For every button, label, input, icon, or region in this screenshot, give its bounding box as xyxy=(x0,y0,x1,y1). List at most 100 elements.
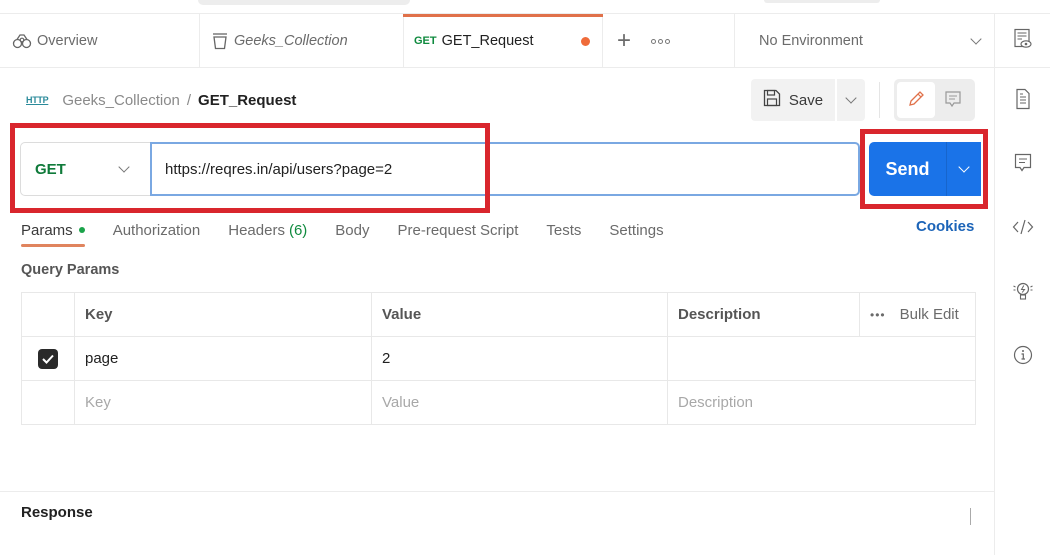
chevron-down-icon xyxy=(970,33,982,45)
http-method-select[interactable]: GET xyxy=(20,142,150,196)
save-floppy-icon xyxy=(763,89,781,111)
comment-icon xyxy=(944,90,962,111)
chevron-down-icon xyxy=(958,161,970,173)
environment-label: No Environment xyxy=(759,33,863,49)
toolbar-divider xyxy=(879,82,880,118)
pencil-icon xyxy=(907,90,925,111)
tab-headers[interactable]: Headers (6) xyxy=(228,216,307,244)
lightbulb-icon xyxy=(1012,280,1034,307)
tab-tests[interactable]: Tests xyxy=(546,216,581,244)
param-enabled-checkbox[interactable] xyxy=(38,348,58,369)
table-row-new: Key Value Description xyxy=(21,380,976,425)
headers-count: (6) xyxy=(288,221,308,239)
save-group: Save xyxy=(751,79,865,121)
tab-settings[interactable]: Settings xyxy=(609,216,663,244)
binoculars-icon xyxy=(12,33,32,49)
tab-headers-label: Headers xyxy=(228,221,285,239)
code-icon xyxy=(1012,218,1034,239)
tab-body-label: Body xyxy=(335,221,370,239)
url-input[interactable]: https://reqres.in/api/users?page=2 xyxy=(150,142,860,196)
new-key-input[interactable]: Key xyxy=(74,380,372,425)
response-collapse-toggle[interactable] xyxy=(970,508,971,525)
header-description: Description xyxy=(667,292,860,337)
chevron-down-icon xyxy=(118,161,130,173)
tab-pre-request-script[interactable]: Pre-request Script xyxy=(398,216,519,244)
breadcrumb-separator: / xyxy=(186,91,192,109)
tab-collection-label: Geeks_Collection xyxy=(234,33,348,49)
save-options-dropdown[interactable] xyxy=(837,79,865,121)
tab-authorization-label: Authorization xyxy=(112,221,201,239)
request-tabs: Params Authorization Headers (6) Body Pr… xyxy=(21,216,692,248)
top-account-pill xyxy=(764,0,880,3)
unsaved-dot-icon xyxy=(581,37,590,46)
row-checkbox-cell xyxy=(21,336,75,381)
environment-eye-icon xyxy=(1013,28,1033,53)
tab-overview-label: Overview xyxy=(37,33,98,49)
edit-mode-button[interactable] xyxy=(897,82,935,118)
http-request-icon: HTTP xyxy=(26,95,49,105)
tab-authorization[interactable]: Authorization xyxy=(113,216,201,244)
tab-collection[interactable]: Geeks_Collection xyxy=(200,14,403,68)
checkmark-icon xyxy=(42,354,54,364)
breadcrumb-request-name[interactable]: GET_Request xyxy=(198,92,296,109)
code-snippet-button[interactable] xyxy=(995,218,1050,239)
http-method-value: GET xyxy=(35,160,66,178)
table-row: page 2 xyxy=(21,336,976,381)
bulk-edit-link[interactable]: Bulk Edit xyxy=(900,306,959,323)
chevron-down-icon xyxy=(845,92,857,104)
new-description-input[interactable]: Description xyxy=(667,380,976,425)
cookies-link[interactable]: Cookies xyxy=(916,218,974,235)
query-params-title: Query Params xyxy=(21,262,120,278)
tab-tests-label: Tests xyxy=(546,221,582,239)
param-key-cell[interactable]: page xyxy=(74,336,372,381)
related-collections-button[interactable] xyxy=(995,280,1050,307)
info-button[interactable] xyxy=(995,345,1050,368)
comment-icon xyxy=(1014,153,1032,176)
environment-select[interactable]: No Environment xyxy=(735,14,994,68)
tab-request-method: GET xyxy=(414,35,437,47)
window-top-strip xyxy=(0,0,1050,14)
new-tab-plus-icon[interactable]: + xyxy=(617,29,631,53)
tab-params-label: Params xyxy=(21,221,73,239)
more-options-icon[interactable]: ••• xyxy=(870,308,886,322)
breadcrumb: HTTP Geeks_Collection / GET_Request xyxy=(26,88,296,112)
tab-body[interactable]: Body xyxy=(335,216,369,244)
chevron-down-icon xyxy=(970,508,971,525)
param-value-cell[interactable]: 2 xyxy=(371,336,668,381)
response-title: Response xyxy=(21,504,93,521)
more-tabs-icon[interactable] xyxy=(651,38,671,44)
table-header-row: Key Value Description ••• Bulk Edit xyxy=(21,292,976,337)
tab-bar: Overview Geeks_Collection GET GET_Reques… xyxy=(0,14,994,68)
tab-request-label: GET_Request xyxy=(441,33,534,49)
tab-actions: + xyxy=(603,14,735,68)
tab-overview[interactable]: Overview xyxy=(0,14,200,68)
new-value-input[interactable]: Value xyxy=(371,380,668,425)
tab-params[interactable]: Params xyxy=(21,216,85,247)
header-value: Value xyxy=(371,292,668,337)
tab-settings-label: Settings xyxy=(609,221,664,239)
info-icon xyxy=(1013,345,1033,368)
environment-quick-look-button[interactable] xyxy=(995,14,1050,68)
params-active-dot-icon xyxy=(78,227,85,233)
save-button[interactable]: Save xyxy=(751,79,835,121)
right-sidebar xyxy=(994,14,1050,555)
mode-toggle xyxy=(894,79,975,121)
header-actions: ••• Bulk Edit xyxy=(859,292,976,337)
send-button[interactable]: Send xyxy=(869,142,947,196)
document-icon xyxy=(1015,88,1031,113)
tab-get-request[interactable]: GET GET_Request xyxy=(403,14,603,68)
tab-pre-request-script-label: Pre-request Script xyxy=(397,221,519,239)
top-search-pill xyxy=(198,0,410,5)
header-key: Key xyxy=(74,292,372,337)
response-divider[interactable] xyxy=(0,491,994,492)
send-options-dropdown[interactable] xyxy=(947,142,981,196)
comment-mode-button[interactable] xyxy=(935,82,973,118)
breadcrumb-collection[interactable]: Geeks_Collection xyxy=(62,92,180,109)
trash-collection-icon xyxy=(212,32,228,50)
comments-button[interactable] xyxy=(995,153,1050,176)
save-label: Save xyxy=(788,91,824,109)
param-description-cell[interactable] xyxy=(667,336,976,381)
header-checkbox-cell xyxy=(21,292,75,337)
documentation-button[interactable] xyxy=(995,88,1050,113)
new-row-checkbox-cell xyxy=(21,380,75,425)
